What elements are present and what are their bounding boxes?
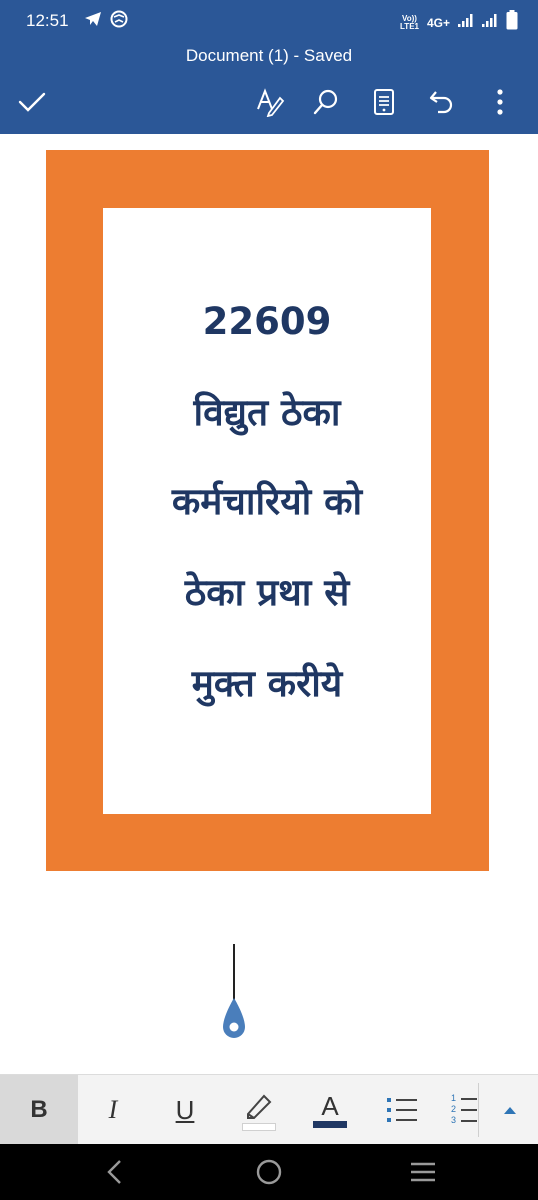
signal-icon-1 — [458, 13, 474, 32]
signal-icon-2 — [482, 13, 498, 32]
document-line-5[interactable]: मुक्त करीये — [103, 656, 431, 707]
check-icon[interactable] — [16, 86, 48, 118]
more-vertical-icon[interactable] — [484, 86, 516, 118]
bold-button[interactable]: B — [0, 1075, 78, 1145]
undo-icon[interactable] — [426, 86, 458, 118]
volte-indicator: Vo)) LTE1 — [400, 13, 419, 31]
numbered-list-button[interactable]: 1 2 3 — [446, 1075, 478, 1145]
highlighter-icon — [240, 1090, 276, 1131]
status-right-indicators: Vo)) LTE1 4G+ — [400, 10, 518, 35]
document-line-3[interactable]: कर्मचारियो को — [103, 474, 431, 525]
italic-button[interactable]: I — [84, 1075, 142, 1145]
home-circle-icon — [256, 1159, 282, 1185]
document-title: Document (1) - Saved — [185, 46, 353, 65]
status-notification-icons — [84, 10, 128, 32]
status-time: 12:51 — [26, 11, 69, 30]
status-bar: 12:51 Vo)) LTE1 4G+ — [0, 0, 538, 44]
font-color-letter: A — [321, 1090, 339, 1121]
back-chevron-icon — [107, 1160, 121, 1184]
home-button[interactable] — [239, 1144, 299, 1200]
battery-icon — [506, 10, 518, 35]
telegram-icon — [84, 10, 102, 32]
format-toolbar: B I U A 1 2 3 — [0, 1074, 538, 1145]
bullet-list-icon — [387, 1098, 417, 1122]
underline-button[interactable]: U — [156, 1075, 214, 1145]
bullet-list-button[interactable] — [380, 1075, 424, 1145]
network-type-label: 4G+ — [426, 15, 450, 30]
font-color-button[interactable]: A — [308, 1075, 352, 1145]
menu-lines-icon — [411, 1162, 435, 1182]
document-line-1[interactable]: 22609 — [103, 300, 431, 343]
caret-up-icon — [504, 1107, 516, 1114]
back-button[interactable] — [84, 1144, 144, 1200]
document-line-4[interactable]: ठेका प्रथा से — [103, 565, 431, 616]
search-icon[interactable] — [310, 86, 342, 118]
document-line-2[interactable]: विद्युत ठेका — [103, 385, 431, 436]
pen-a-icon[interactable] — [254, 86, 286, 118]
cursor-handle-icon[interactable] — [221, 996, 247, 1042]
reading-view-icon[interactable] — [368, 86, 400, 118]
globe-icon — [110, 10, 128, 32]
highlight-button[interactable] — [236, 1075, 280, 1145]
toolbar-separator — [478, 1083, 479, 1137]
font-color-swatch — [313, 1120, 347, 1128]
text-cursor — [233, 944, 235, 1000]
system-nav-bar — [0, 1144, 538, 1200]
highlight-color-swatch — [242, 1123, 276, 1131]
expand-toolbar-button[interactable] — [482, 1075, 538, 1145]
numbered-list-icon: 1 2 3 — [447, 1093, 477, 1127]
recents-button[interactable] — [393, 1144, 453, 1200]
